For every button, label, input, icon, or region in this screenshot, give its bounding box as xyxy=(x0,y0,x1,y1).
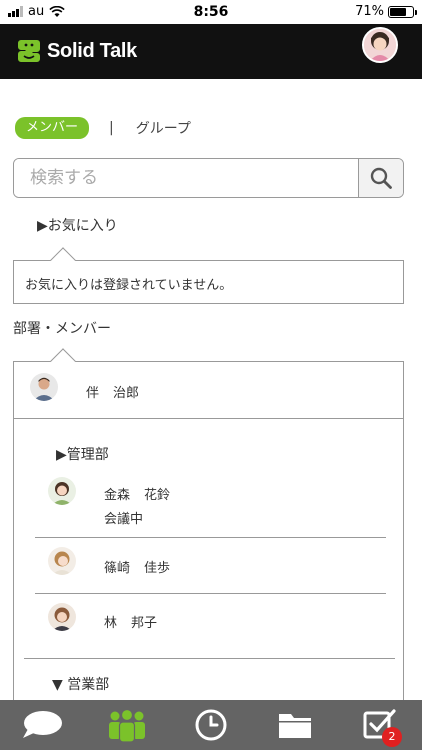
member-name[interactable]: 金森 花鈴 xyxy=(104,484,170,503)
nav-chat[interactable] xyxy=(0,700,84,750)
avatar xyxy=(48,477,76,505)
logo-icon xyxy=(18,40,40,62)
search-input[interactable] xyxy=(14,159,358,197)
divider xyxy=(35,593,386,594)
chat-icon xyxy=(23,711,63,738)
member-group-tabs: メンバー | グループ xyxy=(15,117,191,139)
app-logo[interactable]: Solid Talk xyxy=(17,38,137,64)
profile-avatar[interactable] xyxy=(362,27,398,63)
nav-history[interactable] xyxy=(169,700,253,750)
favorites-toggle[interactable]: ▶お気に入り xyxy=(37,215,118,235)
favorites-empty-message: お気に入りは登録されていません。 xyxy=(25,278,233,293)
bubble-notch xyxy=(50,247,76,273)
nav-tasks[interactable]: 2 xyxy=(338,700,422,750)
tab-members[interactable]: メンバー xyxy=(15,117,90,139)
tab-separator: | xyxy=(109,120,114,136)
member-name[interactable]: 篠崎 佳歩 xyxy=(104,557,170,576)
tab-groups[interactable]: グループ xyxy=(136,118,191,138)
history-icon xyxy=(195,709,227,741)
member-name[interactable]: 林邦子 xyxy=(104,612,157,631)
favorites-panel: お気に入りは登録されていません。 xyxy=(13,247,404,304)
search-button[interactable] xyxy=(358,159,403,197)
members-icon xyxy=(108,708,145,742)
member-name: 伴治郎 xyxy=(86,386,140,401)
folder-icon xyxy=(279,714,312,738)
divider xyxy=(24,658,395,659)
avatar xyxy=(30,373,58,401)
list-item[interactable]: 伴治郎 xyxy=(14,362,403,419)
battery-icon xyxy=(388,5,417,18)
divider xyxy=(35,537,386,538)
task-count-badge: 2 xyxy=(382,727,403,747)
app-name: Solid Talk xyxy=(47,39,137,62)
battery-percent: 71% xyxy=(355,4,384,19)
app-header: Solid Talk xyxy=(0,24,422,79)
avatar xyxy=(48,547,76,575)
status-right: 71% xyxy=(355,4,417,19)
group-toggle-eigyo[interactable]: ▼ 営業部 xyxy=(52,674,109,694)
departments-heading: 部署・メンバー xyxy=(13,321,111,337)
bottom-nav: 2 xyxy=(0,700,422,750)
search-icon xyxy=(370,167,392,189)
nav-files[interactable] xyxy=(253,700,337,750)
member-status: 会議中 xyxy=(104,512,144,527)
status-bar: au 8:56 71% xyxy=(0,0,422,24)
nav-members[interactable] xyxy=(84,700,168,750)
members-panel: 伴治郎 ▶管理部 金森 花鈴 会議中 篠崎 佳歩 林 邦子 ▼ 営業部 xyxy=(13,348,404,721)
avatar xyxy=(48,603,76,631)
search-bar xyxy=(13,158,404,198)
group-toggle-kanri[interactable]: ▶管理部 xyxy=(56,444,109,464)
